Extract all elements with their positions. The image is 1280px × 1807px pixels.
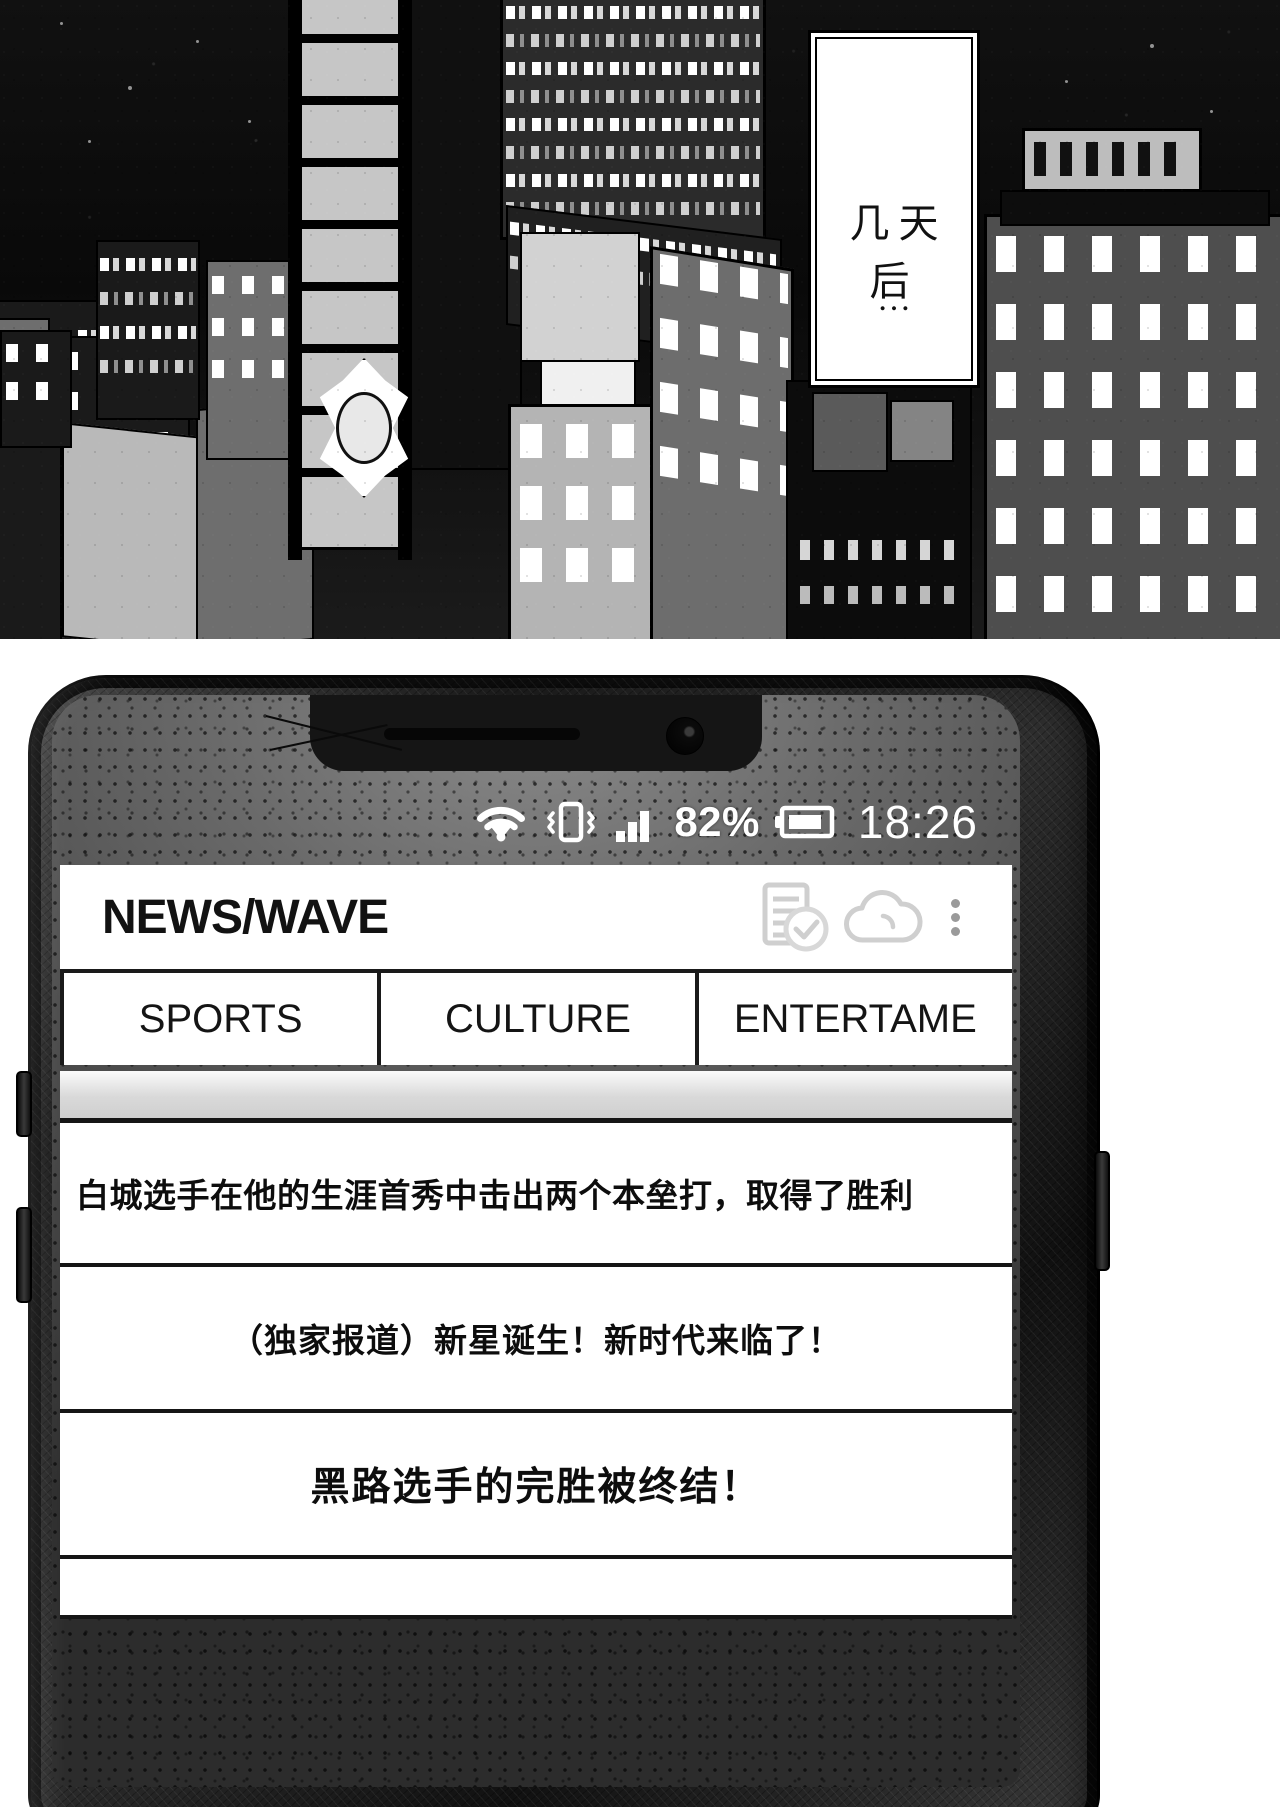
menu-dot: [950, 912, 960, 922]
volume-down-button[interactable]: [16, 1207, 32, 1303]
news-list-item[interactable]: 黑路选手的完胜被终结！: [60, 1413, 1012, 1559]
star: [88, 140, 91, 143]
window-row: [506, 6, 760, 19]
wifi-icon: [474, 801, 528, 843]
star: [128, 86, 132, 90]
window-row: [996, 372, 1274, 408]
window-row: [996, 576, 1274, 612]
vibrate-icon: [542, 799, 600, 845]
phone-display[interactable]: 82% 18:26 NEWS/WAVE SPORTS CULTURE ENTER…: [52, 695, 1020, 1787]
news-app: NEWS/WAVE SPORTS CULTURE ENTERTAME 白城选手在…: [60, 865, 1012, 1619]
front-camera-icon: [666, 717, 704, 755]
window-row: [520, 548, 648, 582]
window-row: [212, 360, 298, 378]
window-row: [506, 34, 760, 47]
window-row: [100, 292, 196, 305]
document-check-icon[interactable]: [752, 879, 838, 955]
star: [196, 40, 199, 43]
window-row: [506, 90, 760, 103]
window-row: [996, 508, 1274, 544]
building-perspective: [650, 246, 794, 639]
rooftop-slab: [1000, 190, 1270, 226]
window-row: [506, 174, 760, 187]
window-row: [800, 586, 966, 604]
building: [62, 422, 212, 639]
tower-band: [288, 282, 412, 291]
app-title: NEWS/WAVE: [102, 890, 389, 944]
window-row: [100, 326, 196, 339]
news-list-item[interactable]: （独家报道）新星诞生！新时代来临了！: [60, 1267, 1012, 1413]
window-row: [506, 146, 760, 159]
comic-page: 几天后 … 82% 18:26 NEWS/WAVE SPORTS CULTURE…: [0, 0, 1280, 1807]
window-row: [800, 540, 966, 560]
menu-dot: [950, 926, 960, 936]
rooftop-sign-text: [1034, 142, 1190, 176]
caption-box: 几天后 …: [808, 30, 980, 388]
building: [520, 232, 640, 362]
star: [1065, 80, 1068, 83]
earpiece-speaker-icon: [384, 728, 580, 740]
tower-edge: [288, 0, 302, 560]
tower-band: [288, 158, 412, 167]
star: [248, 120, 251, 123]
panel-phone-screen: 82% 18:26 NEWS/WAVE SPORTS CULTURE ENTER…: [0, 651, 1280, 1807]
category-tabs: SPORTS CULTURE ENTERTAME: [60, 969, 1012, 1065]
star: [1150, 44, 1154, 48]
power-button[interactable]: [1094, 1151, 1110, 1271]
section-divider-bar: [60, 1071, 1012, 1123]
clock-label: 18:26: [857, 796, 978, 848]
star: [1210, 110, 1213, 113]
volume-up-button[interactable]: [16, 1071, 32, 1137]
news-list: 白城选手在他的生涯首秀中击出两个本垒打，取得了胜利 （独家报道）新星诞生！新时代…: [60, 1123, 1012, 1619]
caption-text-ellipsis: …: [877, 281, 919, 318]
signal-bars-icon: [614, 801, 660, 843]
tab-entertame[interactable]: ENTERTAME: [698, 973, 1012, 1065]
app-header: NEWS/WAVE: [60, 865, 1012, 969]
window-row: [506, 62, 760, 75]
tab-sports[interactable]: SPORTS: [64, 973, 378, 1065]
notch-accent-line: [269, 724, 388, 751]
window-row: [6, 344, 66, 362]
news-list-item-partial[interactable]: [60, 1559, 1012, 1619]
window-row: [6, 382, 66, 400]
tower-band: [288, 96, 412, 105]
status-bar: 82% 18:26: [52, 791, 1020, 853]
overflow-menu-icon[interactable]: [924, 894, 986, 941]
window-row: [100, 258, 196, 271]
window-row: [996, 236, 1274, 272]
cloud-icon[interactable]: [838, 886, 924, 948]
battery-percent-label: 82%: [674, 798, 760, 845]
building: [812, 392, 888, 472]
window-row: [520, 486, 648, 520]
window-row: [506, 118, 760, 131]
tower-band: [288, 34, 412, 43]
window-row: [996, 304, 1274, 340]
battery-icon: [774, 804, 836, 840]
tab-culture[interactable]: CULTURE: [381, 973, 695, 1065]
tower-band: [288, 344, 412, 353]
caption-inner-border: 几天后 …: [815, 37, 973, 381]
window-row: [212, 318, 298, 336]
tower-band: [288, 220, 412, 229]
menu-dot: [950, 898, 960, 908]
building: [890, 400, 954, 462]
window-row: [996, 440, 1274, 476]
window-row: [520, 424, 648, 458]
panel-night-city: 几天后 …: [0, 0, 1280, 645]
window-row: [100, 360, 196, 373]
window-row: [212, 276, 298, 294]
news-list-item[interactable]: 白城选手在他的生涯首秀中击出两个本垒打，取得了胜利: [60, 1123, 1012, 1267]
star: [60, 22, 63, 25]
tower-emblem-center: [336, 392, 392, 464]
phone-notch: [265, 695, 762, 771]
